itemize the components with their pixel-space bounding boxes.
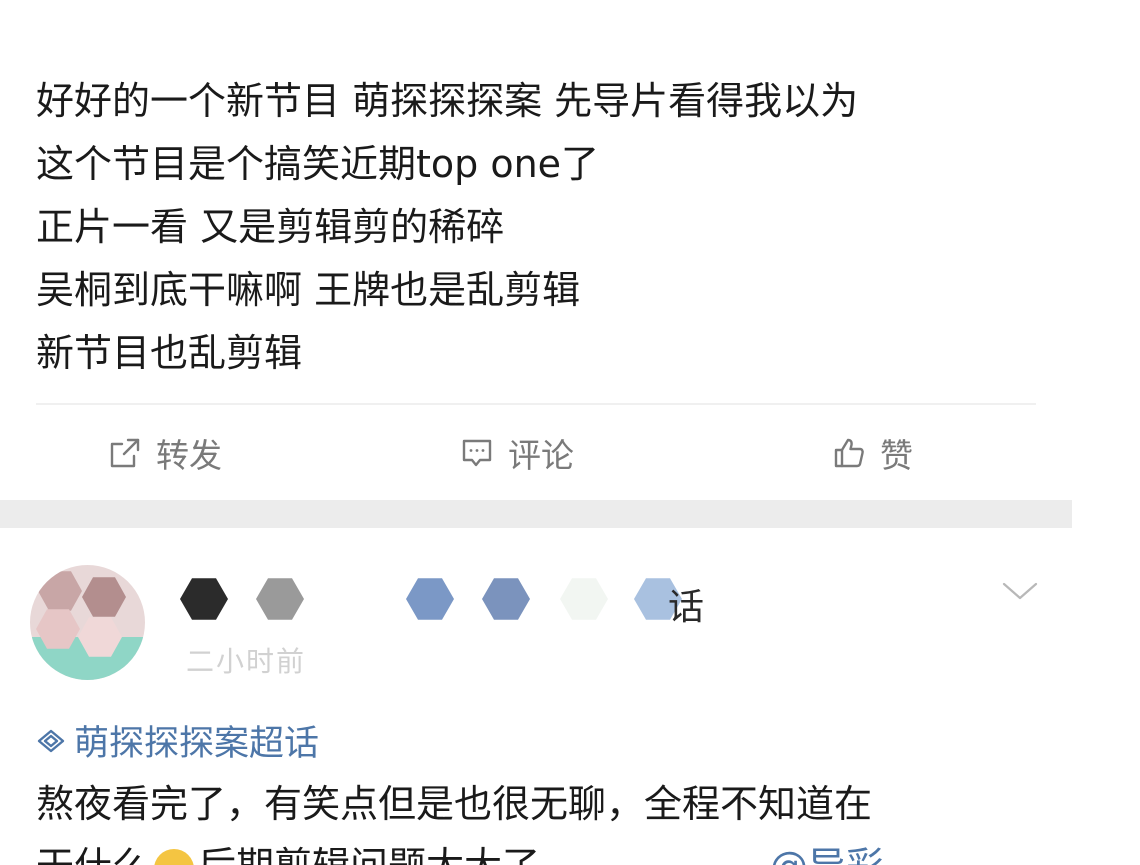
repost-label: 转发 [156, 435, 222, 475]
post-line: 新节目也乱剪辑 [36, 331, 303, 375]
weibo-feed: 好好的一个新节目 萌探探探案 先导片看得我以为 这个节目是个搞笑近期top on… [0, 0, 1140, 865]
comment-button[interactable]: 评论 [460, 405, 574, 500]
mosaic-block [256, 578, 304, 620]
post-body[interactable]: 好好的一个新节目 萌探探探案 先导片看得我以为 这个节目是个搞笑近期top on… [36, 70, 1036, 385]
feed-separator [0, 500, 1072, 528]
post-line: 正片一看 又是剪辑剪的稀碎 [36, 205, 505, 249]
post-line: 这个节目是个搞笑近期top one了 [36, 142, 600, 186]
mosaic-block [406, 578, 454, 620]
super-topic-link[interactable]: 萌探探探案超话 [36, 715, 319, 766]
mosaic-block [180, 578, 228, 620]
reply-text-line: 干什么 后期剪辑问题太大了 [36, 835, 540, 865]
emoji-icon [154, 848, 195, 865]
mosaic-block [38, 571, 82, 611]
post-line: 好好的一个新节目 萌探探探案 先导片看得我以为 [36, 79, 859, 123]
reply-text-line: 熬夜看完了，有笑点但是也很无聊，全程不知道在 [36, 782, 873, 826]
mosaic-block [82, 577, 126, 617]
mosaic-block [560, 578, 608, 620]
like-button[interactable]: 赞 [832, 405, 913, 500]
super-topic-icon [37, 729, 65, 752]
thumbs-up-icon [834, 438, 864, 467]
chevron-down-icon[interactable] [1000, 578, 1040, 604]
comment-icon [462, 439, 492, 466]
time-mosaic [184, 630, 314, 674]
repost-button[interactable]: 转发 [108, 405, 222, 500]
reply-text-fragment: 后期剪辑问题太大了 [198, 844, 540, 865]
mosaic-block [482, 578, 530, 620]
username-redacted[interactable] [180, 570, 740, 630]
post-line: 吴桐到底干嘛啊 王牌也是乱剪辑 [36, 268, 581, 312]
reply-text-fragment: 干什么 [36, 844, 150, 865]
post-action-bar: 转发 评论 赞 [0, 405, 1072, 500]
avatar[interactable] [30, 565, 145, 680]
post-card: 好好的一个新节目 萌探探探案 先导片看得我以为 这个节目是个搞笑近期top on… [0, 0, 1072, 500]
repost-icon [110, 438, 140, 467]
username-tail: 话 [668, 587, 705, 628]
mention-link[interactable]: @导彩 [770, 835, 884, 865]
super-topic-label: 萌探探探案超话 [74, 724, 320, 764]
like-label: 赞 [880, 435, 913, 475]
comment-label: 评论 [508, 435, 574, 475]
